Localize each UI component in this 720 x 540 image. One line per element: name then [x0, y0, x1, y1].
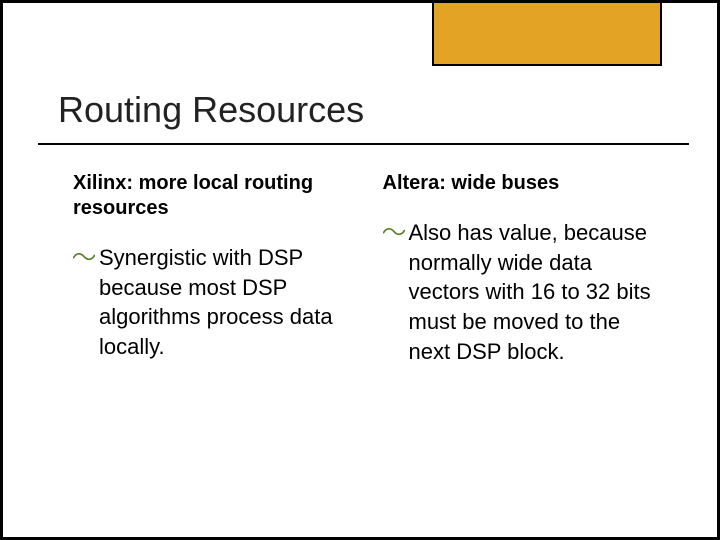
left-column-heading: Xilinx: more local routing resources [73, 171, 353, 221]
right-column: Altera: wide buses Also has value, becau… [383, 171, 663, 507]
flourish-bullet-icon [73, 249, 95, 273]
right-column-heading: Altera: wide buses [383, 171, 663, 196]
title-underline [38, 143, 689, 145]
flourish-bullet-icon [383, 224, 405, 248]
content-columns: Xilinx: more local routing resources Syn… [73, 171, 662, 507]
slide-title: Routing Resources [58, 89, 677, 131]
left-column: Xilinx: more local routing resources Syn… [73, 171, 353, 507]
accent-block [432, 3, 662, 66]
left-bullet-text: Synergistic with DSP because most DSP al… [99, 243, 353, 362]
right-bullet: Also has value, because normally wide da… [383, 218, 663, 366]
slide: Routing Resources Xilinx: more local rou… [0, 0, 720, 540]
right-bullet-text: Also has value, because normally wide da… [409, 218, 663, 366]
left-bullet: Synergistic with DSP because most DSP al… [73, 243, 353, 362]
